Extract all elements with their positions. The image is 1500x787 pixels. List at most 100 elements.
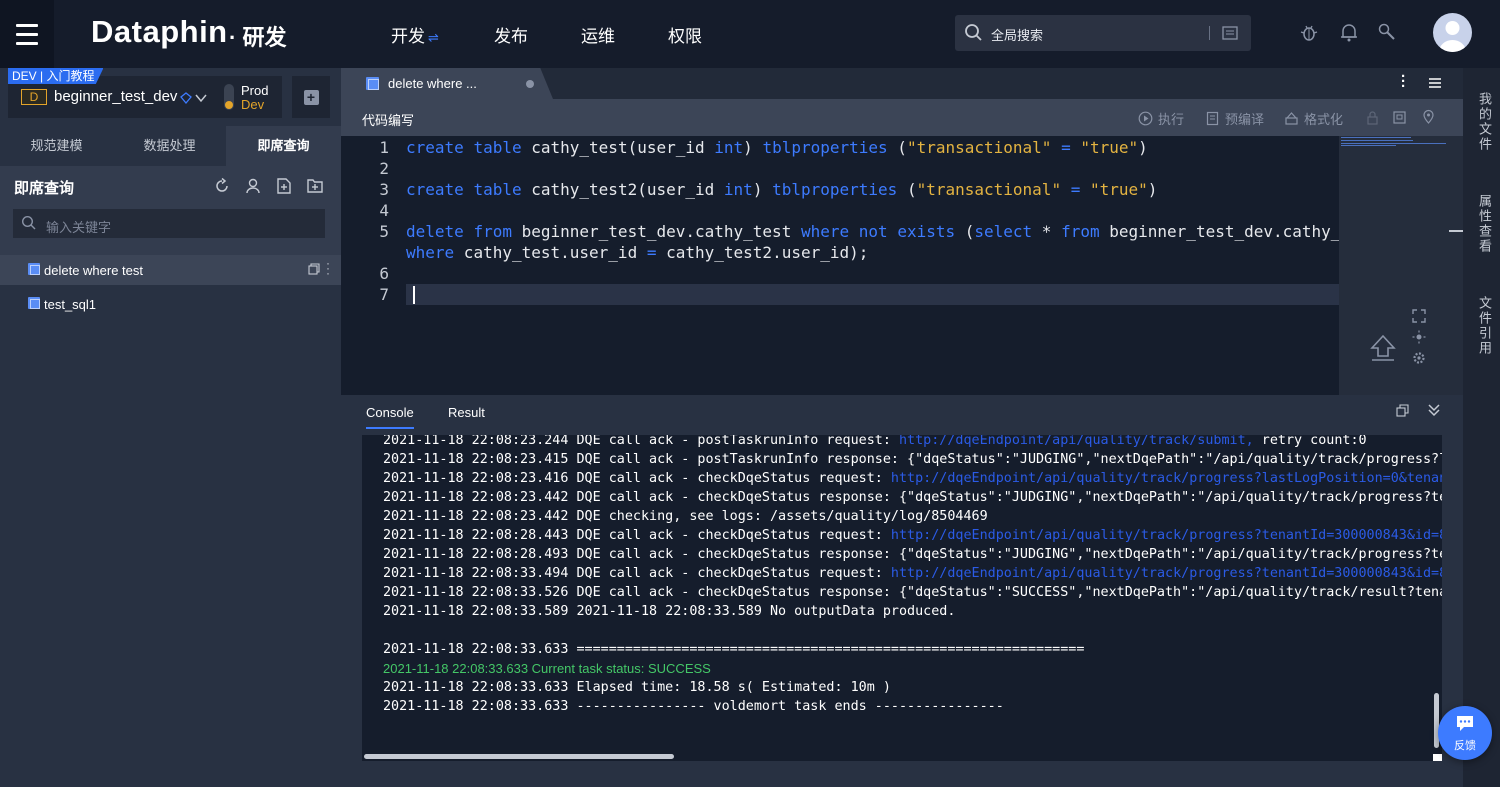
nav-permissions[interactable]: 权限 bbox=[668, 22, 702, 47]
user-avatar[interactable] bbox=[1433, 13, 1472, 52]
log-url-link[interactable]: http://dqeEndpoint/api/quality/track/sub… bbox=[899, 435, 1254, 448]
more-vertical-icon[interactable]: · · · bbox=[326, 257, 330, 279]
keyboard-shortcut-icon[interactable] bbox=[1221, 24, 1239, 42]
console-log-line: 2021-11-18 22:08:28.493 DQE call ack - c… bbox=[383, 547, 1442, 562]
code-editor[interactable]: 1 create table cathy_test(user_id int) tb… bbox=[341, 136, 1389, 395]
upload-icon[interactable] bbox=[1367, 332, 1399, 364]
feedback-label: 反馈 bbox=[1454, 740, 1476, 752]
global-search[interactable]: 全局搜索 bbox=[955, 15, 1251, 51]
menu-icon[interactable] bbox=[0, 0, 54, 68]
console-output[interactable]: 2021-11-18 22:08:23.244 DQE call ack - p… bbox=[362, 435, 1442, 761]
lock-icon[interactable] bbox=[1365, 110, 1380, 125]
file-name: test_sql1 bbox=[44, 297, 97, 312]
search-icon bbox=[21, 215, 36, 230]
minimap[interactable] bbox=[1339, 136, 1463, 395]
console-log-line: 2021-11-18 22:08:33.526 DQE call ack - c… bbox=[383, 585, 1442, 600]
nav-ops[interactable]: 运维 bbox=[581, 22, 615, 47]
collapse-down-icon[interactable] bbox=[1426, 402, 1442, 418]
console-panel: Console Result 2021-11-18 22:08:23.244 D… bbox=[341, 395, 1463, 787]
log-url-link[interactable]: http://dqeEndpoint/api/quality/track/pro… bbox=[891, 566, 1442, 581]
precompile-button[interactable]: 预编译 bbox=[1205, 109, 1264, 128]
refresh-icon[interactable] bbox=[213, 177, 231, 195]
location-pin-icon[interactable] bbox=[1421, 109, 1436, 124]
tab-result[interactable]: Result bbox=[448, 405, 485, 420]
nav-develop[interactable]: 开发 ⇌ bbox=[391, 22, 439, 47]
save-icon[interactable] bbox=[1392, 110, 1407, 125]
run-button[interactable]: 执行 bbox=[1138, 109, 1184, 128]
code-line: 5 delete from beginner_test_dev.cathy_tes… bbox=[379, 222, 1389, 241]
env-toggle[interactable] bbox=[224, 84, 234, 110]
horizontal-scrollbar[interactable] bbox=[364, 754, 674, 759]
console-log-line: 2021-11-18 22:08:23.244 DQE call ack - p… bbox=[383, 435, 1367, 448]
fullscreen-icon[interactable] bbox=[1412, 309, 1426, 323]
console-tabs: Console Result bbox=[341, 395, 1463, 435]
console-log-line: 2021-11-18 22:08:33.633 Current task sta… bbox=[383, 661, 711, 676]
console-log-line: 2021-11-18 22:08:33.633 ----------------… bbox=[383, 699, 1004, 714]
minimap-scroll-marker bbox=[1449, 230, 1463, 232]
new-folder-icon[interactable] bbox=[306, 177, 324, 195]
theme-sun-icon[interactable] bbox=[1412, 330, 1426, 344]
console-log-line: 2021-11-18 22:08:33.633 ================… bbox=[383, 642, 1085, 657]
document-icon bbox=[1206, 111, 1219, 126]
divider bbox=[1209, 26, 1210, 40]
adhoc-query-header: 即席查询 输入关键字 bbox=[0, 166, 341, 258]
search-icon bbox=[965, 24, 982, 41]
rail-my-files[interactable]: 我的文件 bbox=[1475, 92, 1494, 152]
console-log-line: 2021-11-18 22:08:33.494 DQE call ack - c… bbox=[383, 564, 1442, 583]
feedback-button[interactable]: 反馈 bbox=[1438, 706, 1492, 760]
search-placeholder: 输入关键字 bbox=[46, 220, 112, 235]
console-log-line: 2021-11-18 22:08:23.442 DQE checking, se… bbox=[383, 509, 988, 524]
console-log-line: 2021-11-18 22:08:33.589 2021-11-18 22:08… bbox=[383, 604, 956, 619]
tab-adhoc-query[interactable]: 即席查询 bbox=[226, 126, 341, 166]
scroll-corner bbox=[1433, 754, 1442, 761]
code-line: where cathy_test.user_id = cathy_test2.u… bbox=[406, 243, 869, 262]
editor-toolbar: 代码编写 执行 预编译 格式化 bbox=[341, 99, 1463, 136]
format-button[interactable]: 格式化 bbox=[1284, 109, 1343, 128]
project-badge: D bbox=[21, 89, 47, 105]
log-url-link[interactable]: http://dqeEndpoint/api/quality/track/pro… bbox=[891, 471, 1442, 486]
keyword-search-input[interactable]: 输入关键字 bbox=[13, 209, 325, 238]
more-vertical-icon[interactable]: · · · bbox=[1401, 69, 1406, 94]
text-caret bbox=[413, 286, 415, 304]
editor-tab-title: delete where ... bbox=[388, 76, 477, 91]
rail-file-references[interactable]: 文件引用 bbox=[1475, 296, 1494, 356]
brand-subtitle: · 研发 bbox=[229, 25, 287, 50]
nav-publish[interactable]: 发布 bbox=[494, 22, 528, 47]
file-item-delete-where-test[interactable]: delete where test · · · bbox=[0, 255, 341, 285]
format-icon bbox=[1285, 112, 1298, 125]
right-rail: 我的文件 属性查看 文件引用 bbox=[1463, 68, 1500, 787]
top-bar: Dataphin · 研发 开发 ⇌ 发布 运维 权限 全局搜索 bbox=[0, 0, 1500, 68]
tab-console[interactable]: Console bbox=[366, 405, 414, 420]
console-log-line: 2021-11-18 22:08:23.416 DQE call ack - c… bbox=[383, 469, 1442, 488]
brand-logo: Dataphin bbox=[91, 14, 228, 49]
settings-gear-icon[interactable] bbox=[1412, 351, 1426, 365]
restore-window-icon[interactable] bbox=[1396, 404, 1409, 417]
code-line: 7 bbox=[379, 285, 389, 304]
unsaved-dot-icon[interactable] bbox=[526, 80, 534, 88]
add-project-button[interactable]: + bbox=[292, 76, 330, 118]
wrench-icon[interactable] bbox=[1376, 21, 1398, 43]
tab-standard-modeling[interactable]: 规范建模 bbox=[0, 126, 113, 166]
left-sidebar: D beginner_test_dev DEV | 入门教程 Prod Dev … bbox=[0, 68, 341, 787]
active-tab-indicator bbox=[366, 427, 414, 429]
user-icon[interactable] bbox=[244, 177, 262, 195]
copy-icon[interactable] bbox=[308, 263, 320, 275]
console-log-line: 2021-11-18 22:08:33.633 Elapsed time: 18… bbox=[383, 680, 891, 695]
project-name: beginner_test_dev bbox=[54, 88, 178, 105]
env-tag: DEV | 入门教程 bbox=[8, 68, 104, 84]
bell-icon[interactable] bbox=[1338, 21, 1360, 43]
bug-icon[interactable] bbox=[1298, 21, 1320, 43]
code-line: 1 create table cathy_test(user_id int) tb… bbox=[379, 138, 1148, 157]
console-log-line: 2021-11-18 22:08:23.415 DQE call ack - p… bbox=[383, 452, 1442, 467]
log-url-link[interactable]: http://dqeEndpoint/api/quality/track/pro… bbox=[891, 528, 1442, 543]
rail-property-view[interactable]: 属性查看 bbox=[1475, 194, 1494, 254]
new-file-icon[interactable] bbox=[275, 177, 293, 195]
file-item-test-sql1[interactable]: test_sql1 bbox=[0, 289, 341, 319]
chevron-down-icon bbox=[195, 94, 207, 103]
sql-file-icon bbox=[366, 77, 379, 90]
tab-data-processing[interactable]: 数据处理 bbox=[113, 126, 226, 166]
editor-tab[interactable]: delete where ... bbox=[341, 68, 553, 99]
tab-list-icon[interactable] bbox=[1428, 76, 1442, 90]
env-switch[interactable]: Prod Dev bbox=[216, 76, 282, 118]
editor-tab-strip: delete where ... · · · bbox=[341, 68, 1463, 99]
